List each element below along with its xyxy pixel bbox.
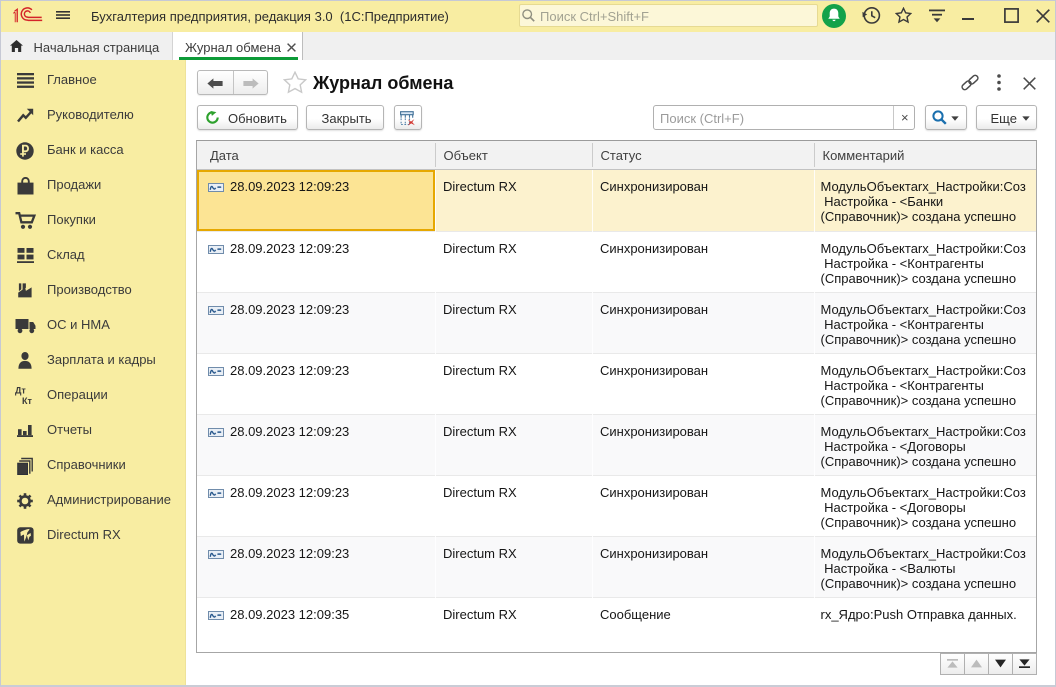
svg-text:Дт: Дт [15,386,26,396]
svg-text:Кт: Кт [22,396,32,405]
